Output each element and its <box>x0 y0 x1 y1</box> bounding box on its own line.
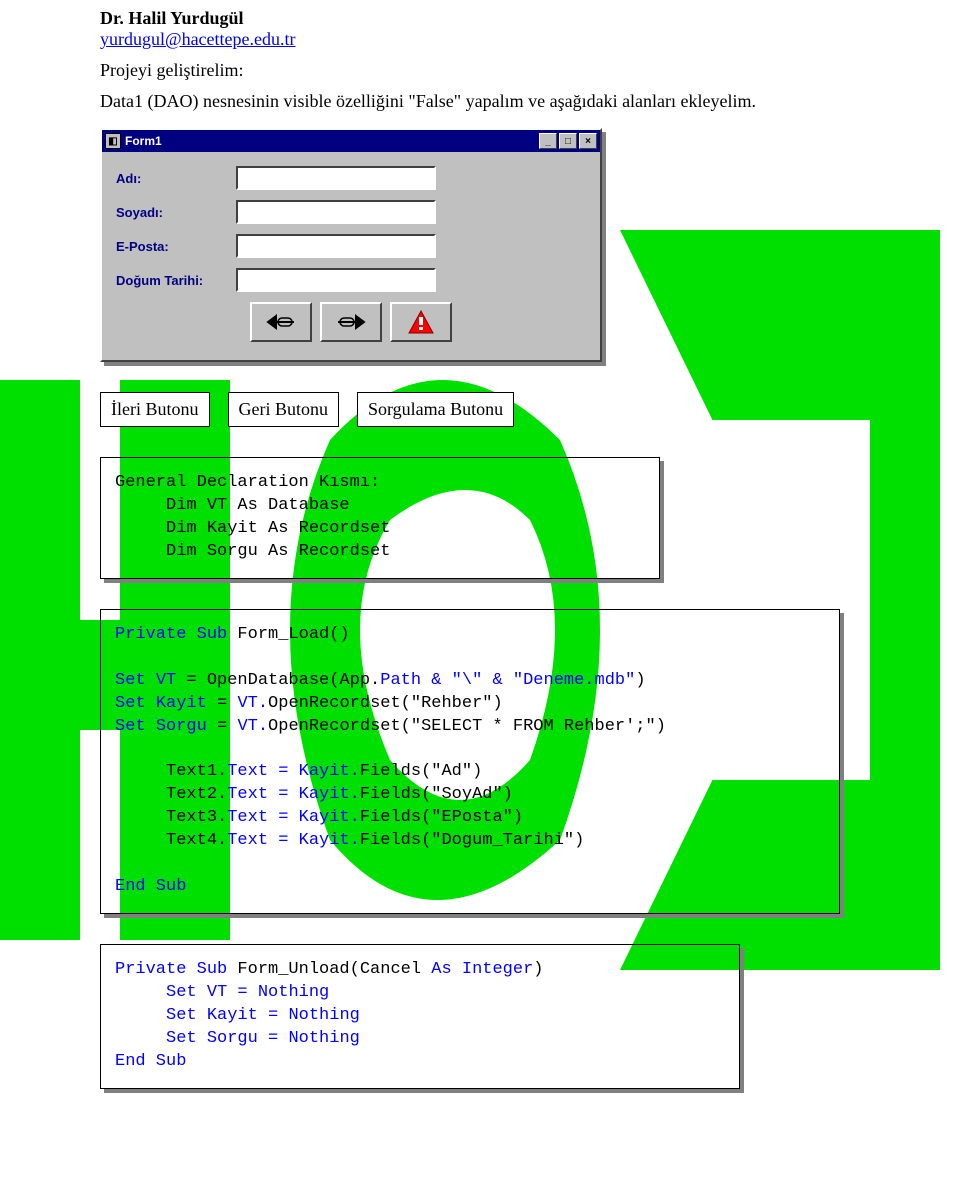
input-dogum[interactable] <box>236 268 436 292</box>
query-button[interactable] <box>390 302 452 342</box>
code: Text1. <box>115 762 227 781</box>
code: Path & "\" & "Deneme.mdb" <box>380 671 635 690</box>
hand-right-icon <box>334 312 368 332</box>
hand-left-icon <box>264 312 298 332</box>
code: Text4. <box>115 831 227 850</box>
code: Fields("Ad") <box>360 762 482 781</box>
code: = <box>207 717 238 736</box>
code-box-formload: Private Sub Form_Load() Set VT = OpenDat… <box>100 609 840 914</box>
code: Text2. <box>115 785 227 804</box>
code: = Nothing <box>258 1006 360 1025</box>
alert-icon <box>407 309 435 335</box>
code: = OpenDatabase(App. <box>176 671 380 690</box>
author-name: Dr. Halil Yurdugül <box>100 8 860 29</box>
code: Text = <box>227 808 298 827</box>
id: VT <box>207 983 227 1002</box>
code: OpenRecordset("SELECT * FROM Rehber';") <box>268 717 666 736</box>
input-adi[interactable] <box>236 166 436 190</box>
code: Form_Unload(Cancel <box>227 960 431 979</box>
code-box-formunload: Private Sub Form_Unload(Cancel As Intege… <box>100 944 740 1089</box>
code: Text3. <box>115 808 227 827</box>
code-line: Dim Sorgu As Recordset <box>115 542 390 561</box>
code: = Nothing <box>258 1029 360 1048</box>
form-icon: ◧ <box>105 133 121 149</box>
id: VT. <box>237 717 268 736</box>
id: Kayit. <box>299 785 360 804</box>
page-content: Dr. Halil Yurdugül yurdugul@hacettepe.ed… <box>0 0 960 1129</box>
code: Text = <box>227 785 298 804</box>
code: ) <box>635 671 645 690</box>
intro-line-2: Data1 (DAO) nesnesinin visible özelliğin… <box>100 91 860 112</box>
kw: Set <box>115 671 156 690</box>
code: OpenRecordset("Rehber") <box>268 694 503 713</box>
code: Text = <box>227 831 298 850</box>
code: = <box>207 694 238 713</box>
minimize-button[interactable]: _ <box>539 133 557 149</box>
form-body: Adı: Soyadı: E-Posta: Doğum Tarihi: <box>102 152 600 360</box>
kw: As Integer <box>431 960 533 979</box>
kw: Set <box>115 694 156 713</box>
kw: Private Sub <box>115 625 227 644</box>
code: Fields("EPosta") <box>360 808 523 827</box>
kw: Set <box>115 717 156 736</box>
kw: End Sub <box>115 877 186 896</box>
label-dogum: Doğum Tarihi: <box>116 273 236 288</box>
close-button[interactable]: × <box>579 133 597 149</box>
code: Fields("Dogum_Tarihi") <box>360 831 584 850</box>
window-title: Form1 <box>125 134 162 148</box>
kw: Private Sub <box>115 960 227 979</box>
callout-sorgu: Sorgulama Butonu <box>357 392 514 427</box>
vb-form-window: ◧ Form1 _ □ × Adı: Soyadı: E-Posta: Doğu… <box>100 128 602 362</box>
id: Kayit. <box>299 808 360 827</box>
input-eposta[interactable] <box>236 234 436 258</box>
label-soyadi: Soyadı: <box>116 205 236 220</box>
maximize-button[interactable]: □ <box>559 133 577 149</box>
intro-line-1: Projeyi geliştirelim: <box>100 60 860 81</box>
code: = Nothing <box>227 983 329 1002</box>
id: VT <box>156 671 176 690</box>
callout-row: İleri Butonu Geri Butonu Sorgulama Buton… <box>100 392 860 427</box>
prev-button[interactable] <box>250 302 312 342</box>
id: Sorgu <box>207 1029 258 1048</box>
code: ) <box>533 960 543 979</box>
id: Kayit. <box>299 762 360 781</box>
input-soyadi[interactable] <box>236 200 436 224</box>
id: Kayit. <box>299 831 360 850</box>
author-email-link[interactable]: yurdugul@hacettepe.edu.tr <box>100 29 296 49</box>
id: Sorgu <box>156 717 207 736</box>
label-adi: Adı: <box>116 171 236 186</box>
kw: Set <box>115 1029 207 1048</box>
titlebar: ◧ Form1 _ □ × <box>102 130 600 152</box>
label-eposta: E-Posta: <box>116 239 236 254</box>
code-box-declaration: General Declaration Kısmı: Dim VT As Dat… <box>100 457 660 579</box>
kw: Set <box>115 983 207 1002</box>
code: Fields("SoyAd") <box>360 785 513 804</box>
kw: Set <box>115 1006 207 1025</box>
code: Text = <box>227 762 298 781</box>
code-line: Dim VT As Database <box>115 496 350 515</box>
id: Kayit <box>156 694 207 713</box>
id: VT. <box>237 694 268 713</box>
code-line: General Declaration Kısmı: <box>115 473 380 492</box>
callout-ileri: İleri Butonu <box>100 392 210 427</box>
code-line: Dim Kayit As Recordset <box>115 519 390 538</box>
kw: End Sub <box>115 1052 186 1071</box>
id: Kayit <box>207 1006 258 1025</box>
next-button[interactable] <box>320 302 382 342</box>
callout-geri: Geri Butonu <box>228 392 340 427</box>
code: Form_Load() <box>227 625 349 644</box>
